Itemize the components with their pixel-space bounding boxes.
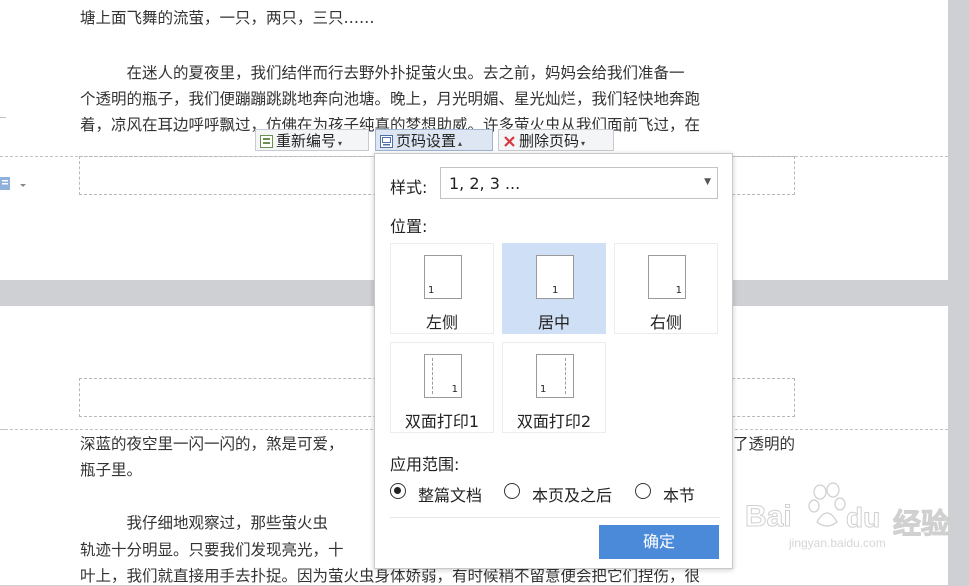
scope-this-section-label[interactable]: 本节 (663, 482, 695, 506)
position-left-label: 左侧 (425, 313, 458, 332)
page-number-preview: 1 (451, 384, 458, 395)
delete-page-number-button[interactable]: 删除页码 ▾ (498, 129, 614, 151)
page-thumbnail-icon: 1 (536, 354, 574, 398)
scope-whole-document-label[interactable]: 整篇文档 (418, 482, 482, 506)
scope-this-section-radio[interactable] (635, 483, 651, 499)
page-icon[interactable] (0, 175, 30, 195)
style-select[interactable]: 1, 2, 3 ... ▼ (440, 167, 718, 199)
page-number-preview: 1 (675, 285, 682, 296)
margin-mark (0, 117, 6, 118)
watermark-brand-2: du (845, 502, 881, 534)
position-center-tile[interactable]: 1 居中 (502, 243, 606, 334)
page-number-preview: 1 (540, 384, 547, 395)
delete-label: 删除页码 (519, 132, 580, 150)
page-thumbnail-icon: 1 (424, 354, 462, 398)
doc-line-fragment: 了透明的 (733, 435, 796, 453)
doc-line: 个透明的瓶子，我们便蹦蹦跳跳地奔向池塘。晚上，月光明媚、星光灿烂，我们轻快地奔跑 (80, 90, 701, 108)
watermark-brand: Bai (745, 500, 793, 534)
page-number-preview: 1 (552, 285, 559, 296)
position-duplex2-tile[interactable]: 1 双面打印2 (502, 342, 606, 433)
watermark-url: jingyan.baidu.com (789, 536, 886, 550)
doc-line: 塘上面飞舞的流萤，一只，两只，三只…… (80, 9, 375, 27)
scope-this-page-after-label[interactable]: 本页及之后 (532, 482, 612, 506)
baidu-jingyan-watermark: Bai du 经验 jingyan.baidu.com (743, 482, 969, 552)
style-select-value: 1, 2, 3 ... (449, 174, 521, 193)
watermark-cn: 经验 (892, 507, 950, 541)
scope-this-page-after-radio[interactable] (504, 483, 520, 499)
page-thumbnail-icon: 1 (648, 255, 686, 299)
delete-x-icon (503, 132, 516, 147)
page-number-preview: 1 (428, 285, 435, 296)
divider (390, 517, 720, 518)
renumber-icon (260, 132, 273, 148)
style-label: 样式: (390, 178, 428, 197)
page-setup-label: 页码设置 (396, 132, 457, 150)
page-thumbnail-icon: 1 (424, 255, 462, 299)
position-duplex1-label: 双面打印1 (404, 412, 480, 431)
page-thumbnail-icon: 1 (536, 255, 574, 299)
position-duplex1-tile[interactable]: 1 双面打印1 (390, 342, 494, 433)
scope-whole-document-radio[interactable] (390, 483, 406, 499)
page-setup-icon (380, 132, 393, 148)
binding-dash (432, 358, 433, 394)
position-duplex2-label: 双面打印2 (516, 412, 592, 431)
ok-button[interactable]: 确定 (599, 525, 719, 559)
doc-line: 在迷人的夏夜里，我们结伴而行去野外扑捉萤火虫。去之前，妈妈会给我们准备一 (80, 64, 685, 82)
chevron-down-icon: ▾ (581, 139, 586, 148)
scope-label: 应用范围: (390, 455, 460, 474)
position-label: 位置: (390, 217, 428, 236)
position-center-label: 居中 (537, 313, 570, 332)
position-right-tile[interactable]: 1 右侧 (614, 243, 718, 334)
position-left-tile[interactable]: 1 左侧 (390, 243, 494, 334)
chevron-up-icon: ▴ (458, 139, 463, 148)
position-right-label: 右侧 (649, 313, 682, 332)
renumber-label: 重新编号 (276, 132, 337, 150)
chevron-down-icon: ▾ (338, 139, 343, 148)
margin-mark (0, 429, 6, 430)
binding-dash (565, 358, 566, 394)
renumber-button[interactable]: 重新编号 ▾ (255, 129, 369, 151)
page-setup-button[interactable]: 页码设置 ▴ (375, 129, 493, 151)
chevron-down-icon: ▼ (704, 177, 711, 187)
